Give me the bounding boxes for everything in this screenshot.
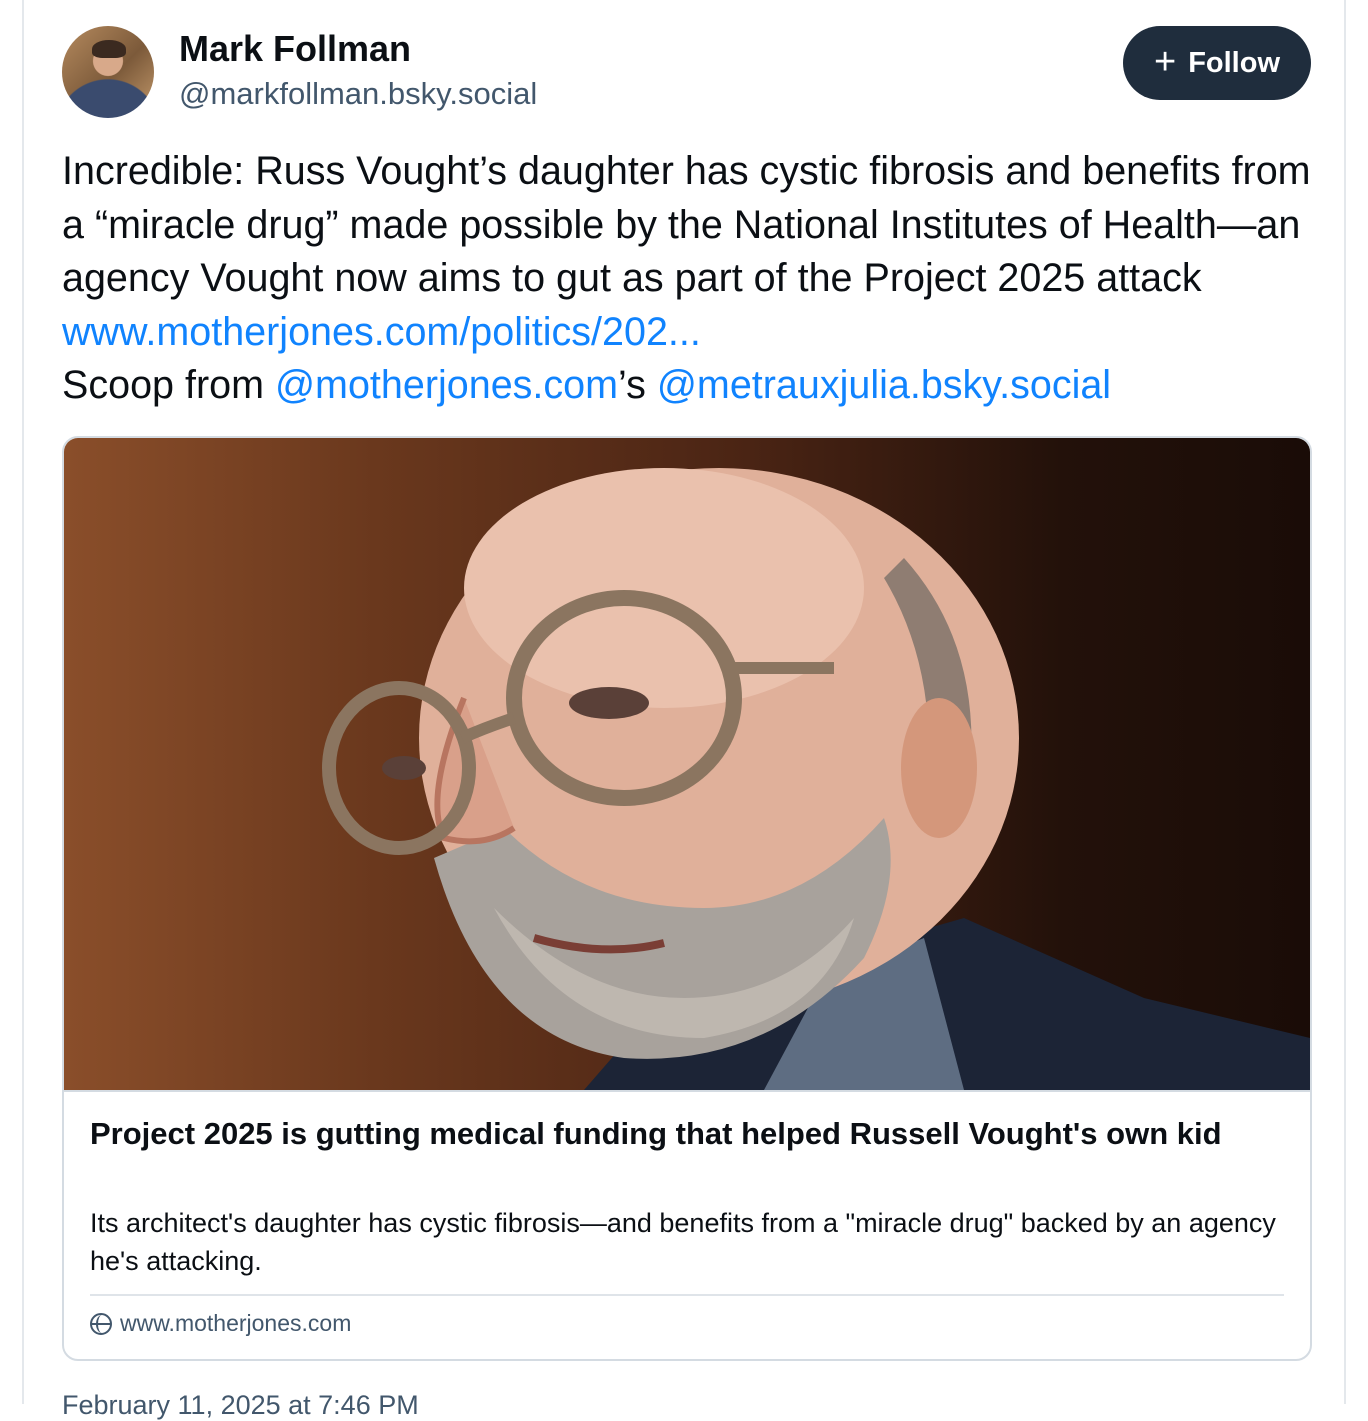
plus-icon: + bbox=[1153, 40, 1177, 83]
post-text-scoop: Scoop from bbox=[62, 363, 275, 407]
globe-icon bbox=[90, 1312, 112, 1335]
post-text-body: Incredible: Russ Vought’s daughter has c… bbox=[62, 149, 1311, 300]
post-text-possessive: ’s bbox=[618, 363, 657, 407]
post-text: Incredible: Russ Vought’s daughter has c… bbox=[62, 145, 1312, 413]
mention-metrauxjulia[interactable]: @metrauxjulia.bsky.social bbox=[657, 363, 1111, 407]
avatar[interactable] bbox=[62, 26, 154, 118]
post-card: Mark Follman @markfollman.bsky.social + … bbox=[22, 0, 1346, 1420]
link-card-image[interactable] bbox=[64, 438, 1310, 1090]
follow-button[interactable]: + Follow bbox=[1123, 26, 1311, 100]
link-card-description: Its architect's daughter has cystic fibr… bbox=[90, 1208, 1276, 1276]
follow-button-label: Follow bbox=[1188, 46, 1281, 79]
link-card-domain-row: www.motherjones.com bbox=[90, 1310, 351, 1337]
link-card-title[interactable]: Project 2025 is gutting medical funding … bbox=[90, 1112, 1280, 1155]
link-card-divider bbox=[90, 1294, 1284, 1296]
link-card[interactable]: Project 2025 is gutting medical funding … bbox=[62, 436, 1312, 1361]
author-handle[interactable]: @markfollman.bsky.social bbox=[179, 76, 537, 112]
author-display-name[interactable]: Mark Follman bbox=[179, 28, 411, 70]
mention-motherjones[interactable]: @motherjones.com bbox=[275, 363, 618, 407]
photo-of-man-with-glasses bbox=[322, 468, 1310, 1090]
link-card-domain: www.motherjones.com bbox=[120, 1310, 352, 1336]
link-card-body: Project 2025 is gutting medical funding … bbox=[64, 1090, 1310, 1359]
post-timestamp[interactable]: February 11, 2025 at 7:46 PM bbox=[62, 1390, 419, 1421]
post-link[interactable]: www.motherjones.com/politics/202... bbox=[62, 310, 701, 354]
avatar-hair bbox=[92, 40, 126, 58]
